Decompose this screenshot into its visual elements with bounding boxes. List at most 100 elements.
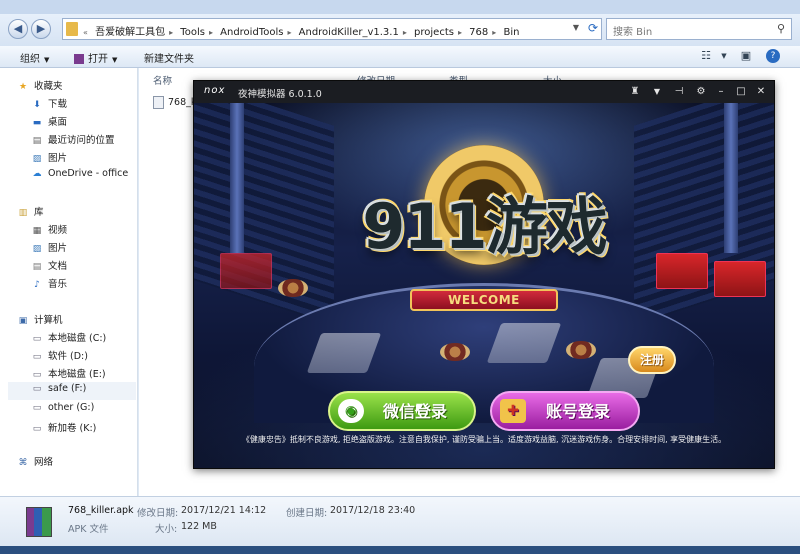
breadcrumb-item[interactable]: 768 bbox=[469, 27, 488, 38]
address-bar[interactable]: « 吾爱破解工具包 ▸ Tools ▸ AndroidTools ▸ AndroidK… bbox=[62, 18, 602, 40]
details-size-value: 122 MB bbox=[181, 521, 217, 532]
chip-decoration bbox=[278, 279, 308, 297]
archive-icon bbox=[26, 507, 52, 537]
help-icon[interactable]: ? bbox=[766, 49, 780, 63]
shirt-icon[interactable]: ♜ bbox=[626, 84, 644, 100]
game-logo: 911游戏 WELCOME bbox=[346, 131, 622, 311]
sidebar-group-libraries[interactable]: ▥ 库 bbox=[16, 204, 44, 220]
folder-icon bbox=[66, 22, 78, 36]
music-icon: ♪ bbox=[34, 280, 40, 290]
drive-icon: ▭ bbox=[32, 334, 42, 344]
pin-icon[interactable]: ⊣ bbox=[670, 84, 688, 100]
breadcrumb-item[interactable]: projects bbox=[414, 27, 454, 38]
maximize-icon[interactable]: □ bbox=[732, 84, 750, 100]
desktop-icon: ▬ bbox=[32, 118, 42, 128]
pillar bbox=[230, 103, 244, 253]
command-toolbar: 组织 ▼ 打开 ▼ 新建文件夹 ☷ ▼ ▣ ? bbox=[0, 46, 800, 68]
sidebar-group-network[interactable]: ⌘ 网络 bbox=[16, 454, 54, 470]
sidebar-group-computer[interactable]: ▣ 计算机 bbox=[16, 312, 63, 328]
open-button[interactable]: 打开 ▼ bbox=[74, 50, 117, 65]
details-modified-value: 2017/12/21 14:12 bbox=[181, 505, 267, 516]
computer-icon: ▣ bbox=[18, 316, 28, 326]
refresh-icon[interactable]: ⟳ bbox=[588, 21, 598, 35]
breadcrumb-item[interactable]: Tools bbox=[180, 27, 205, 38]
sidebar-item-drive-k[interactable]: ▭ 新加卷 (K:) bbox=[30, 420, 97, 436]
sidebar-label: 本地磁盘 (E:) bbox=[48, 369, 106, 380]
sidebar-label: 下载 bbox=[48, 99, 68, 110]
sidebar-item-desktop[interactable]: ▬ 桌面 bbox=[30, 114, 67, 130]
card-decoration bbox=[220, 253, 272, 289]
wechat-icon: ◉ bbox=[338, 399, 364, 423]
details-created-value: 2017/12/18 23:40 bbox=[330, 505, 416, 516]
minimize-icon[interactable]: – bbox=[712, 84, 730, 100]
welcome-ribbon: WELCOME bbox=[410, 289, 558, 311]
view-options-icon[interactable]: ☷ bbox=[698, 49, 714, 64]
document-icon: ▤ bbox=[32, 262, 42, 272]
sidebar-item-recent[interactable]: ▤ 最近访问的位置 bbox=[30, 132, 115, 148]
archive-icon bbox=[74, 54, 84, 64]
account-login-button[interactable]: ✚ 账号登录 bbox=[490, 391, 640, 431]
preview-pane-icon[interactable]: ▣ bbox=[738, 49, 754, 64]
chevron-down-icon: ▼ bbox=[44, 56, 50, 64]
forward-button[interactable]: ▶ bbox=[31, 19, 51, 39]
drive-icon: ▭ bbox=[32, 424, 42, 434]
sidebar-label: 图片 bbox=[48, 243, 68, 254]
address-bar-row: ◀ ▶ « 吾爱破解工具包 ▸ Tools ▸ AndroidTools ▸ Andr… bbox=[0, 14, 800, 46]
sidebar-item-drive-e[interactable]: ▭ 本地磁盘 (E:) bbox=[30, 366, 106, 382]
nox-title-bar[interactable]: nox 夜神模拟器 6.0.1.0 ♜ ▼ ⊣ ⚙ – □ ✕ bbox=[194, 81, 774, 103]
game-logo-text: 911游戏 bbox=[362, 190, 607, 263]
breadcrumb-item[interactable]: AndroidKiller_v1.3.1 bbox=[299, 27, 399, 38]
breadcrumb-item[interactable]: 吾爱破解工具包 bbox=[95, 27, 165, 38]
new-folder-button[interactable]: 新建文件夹 bbox=[144, 50, 194, 65]
sidebar-item-lib-pictures[interactable]: ▨ 图片 bbox=[30, 240, 67, 256]
picture-icon: ▨ bbox=[32, 154, 42, 164]
picture-icon: ▨ bbox=[32, 244, 42, 254]
account-login-label: 账号登录 bbox=[545, 402, 610, 421]
sidebar-item-drive-d[interactable]: ▭ 软件 (D:) bbox=[30, 348, 88, 364]
search-icon[interactable]: ⚲ bbox=[777, 22, 785, 35]
sidebar-label: 收藏夹 bbox=[34, 81, 63, 92]
details-file-name: 768_killer.apk bbox=[68, 505, 134, 516]
search-input[interactable]: 搜索 Bin ⚲ bbox=[606, 18, 792, 40]
sidebar-item-drive-c[interactable]: ▭ 本地磁盘 (C:) bbox=[30, 330, 107, 346]
close-icon[interactable]: ✕ bbox=[752, 84, 770, 100]
sidebar-item-downloads[interactable]: ⬇ 下载 bbox=[30, 96, 67, 112]
file-row[interactable]: 768_k bbox=[153, 96, 196, 109]
sidebar-label: 视频 bbox=[48, 225, 68, 236]
sidebar-item-music[interactable]: ♪ 音乐 bbox=[30, 276, 67, 292]
sidebar-label: 最近访问的位置 bbox=[48, 135, 115, 146]
sidebar-item-drive-f[interactable]: ▭ safe (F:) bbox=[8, 382, 136, 400]
sidebar-item-drive-g[interactable]: ▭ other (G:) bbox=[30, 402, 95, 418]
library-icon: ▥ bbox=[18, 208, 28, 218]
breadcrumb-item[interactable]: Bin bbox=[503, 27, 519, 38]
sidebar-item-videos[interactable]: ▦ 视频 bbox=[30, 222, 67, 238]
back-button[interactable]: ◀ bbox=[8, 19, 28, 39]
recent-places-icon: ▤ bbox=[32, 136, 42, 146]
sidebar-label: safe (F:) bbox=[48, 383, 87, 394]
drive-icon: ▭ bbox=[32, 370, 42, 380]
chevron-down-icon[interactable]: ▼ bbox=[716, 52, 732, 67]
column-header-name[interactable]: 名称 bbox=[153, 73, 172, 87]
nox-emulator-window: nox 夜神模拟器 6.0.1.0 ♜ ▼ ⊣ ⚙ – □ ✕ 911游戏 WE… bbox=[193, 80, 775, 469]
nox-logo: nox bbox=[204, 85, 226, 96]
pillar bbox=[724, 103, 738, 253]
chevron-down-icon[interactable]: ▼ bbox=[648, 84, 666, 100]
gear-icon[interactable]: ⚙ bbox=[692, 84, 710, 100]
chevron-down-icon[interactable]: ▼ bbox=[573, 23, 579, 32]
mouse-cursor-icon bbox=[416, 405, 421, 414]
details-modified-label: 修改日期: bbox=[137, 508, 179, 519]
sidebar-label: other (G:) bbox=[48, 402, 95, 413]
breadcrumb-item[interactable]: AndroidTools bbox=[220, 27, 283, 38]
register-button[interactable]: 注册 bbox=[628, 346, 676, 374]
sidebar-group-favorites[interactable]: ★ 收藏夹 bbox=[16, 78, 63, 94]
wechat-login-button[interactable]: ◉ 微信登录 bbox=[328, 391, 476, 431]
sidebar-item-pictures[interactable]: ▨ 图片 bbox=[30, 150, 67, 166]
sidebar-item-documents[interactable]: ▤ 文档 bbox=[30, 258, 67, 274]
sidebar-label: 本地磁盘 (C:) bbox=[48, 333, 107, 344]
sidebar-label: 图片 bbox=[48, 153, 68, 164]
organize-button[interactable]: 组织 ▼ bbox=[20, 50, 49, 65]
drive-icon: ▭ bbox=[32, 352, 42, 362]
sidebar-item-onedrive[interactable]: ☁ OneDrive - office bbox=[30, 168, 129, 184]
open-label: 打开 bbox=[88, 54, 108, 65]
sidebar-label: 软件 (D:) bbox=[48, 351, 88, 362]
